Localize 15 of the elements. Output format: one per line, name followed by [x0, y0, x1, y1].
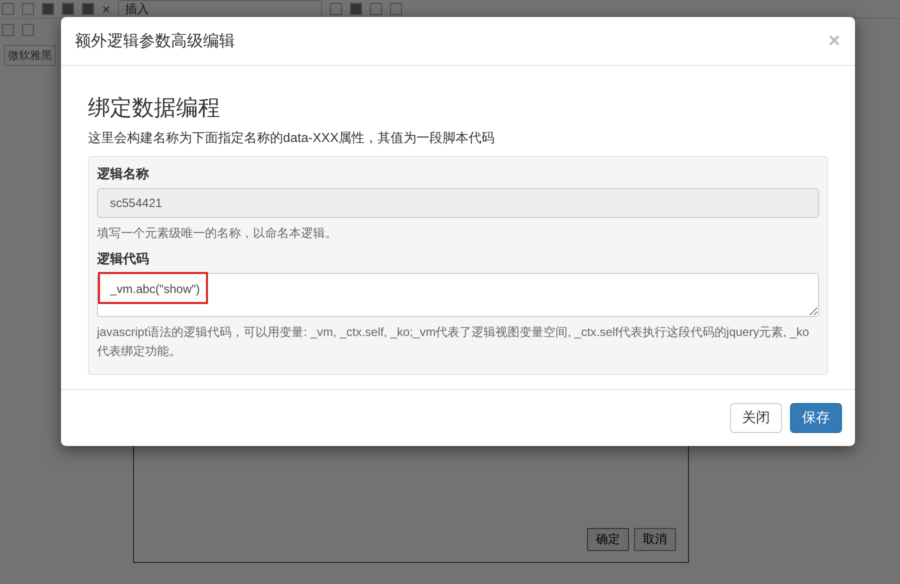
section-heading: 绑定数据编程	[88, 94, 221, 122]
help-text: javascript语法的逻辑代码，可以用变量: _vm, _ctx.self, _ko;_vm代表了逻辑视图变量空间, _ctx.self代表执行这段代码的jquery元素, _ko代表绑定功能。	[97, 324, 810, 360]
save-button[interactable]: 保存	[790, 403, 842, 433]
close-dialog-button[interactable]: 关闭	[730, 403, 782, 433]
font-dropdown[interactable]: 微软雅黑	[4, 44, 56, 66]
field-label: 逻辑代码	[97, 250, 150, 268]
description-text: 这里会构建名称为下面指定名称的data-XXX属性，其值为一段脚本代码	[88, 129, 496, 147]
dialog-button[interactable]: 取消	[634, 528, 676, 551]
code-field[interactable]: _vm.abc("show")	[97, 273, 819, 317]
close-tool[interactable]: ×	[102, 1, 110, 17]
help-text: 填写一个元素级唯一的名称，以命名本逻辑。	[97, 225, 338, 242]
name-field[interactable]: sc554421	[97, 188, 819, 218]
dialog-button[interactable]: 确定	[587, 528, 629, 551]
modal-title: 额外逻辑参数高级编辑	[75, 32, 235, 52]
field-label: 逻辑名称	[97, 165, 150, 183]
